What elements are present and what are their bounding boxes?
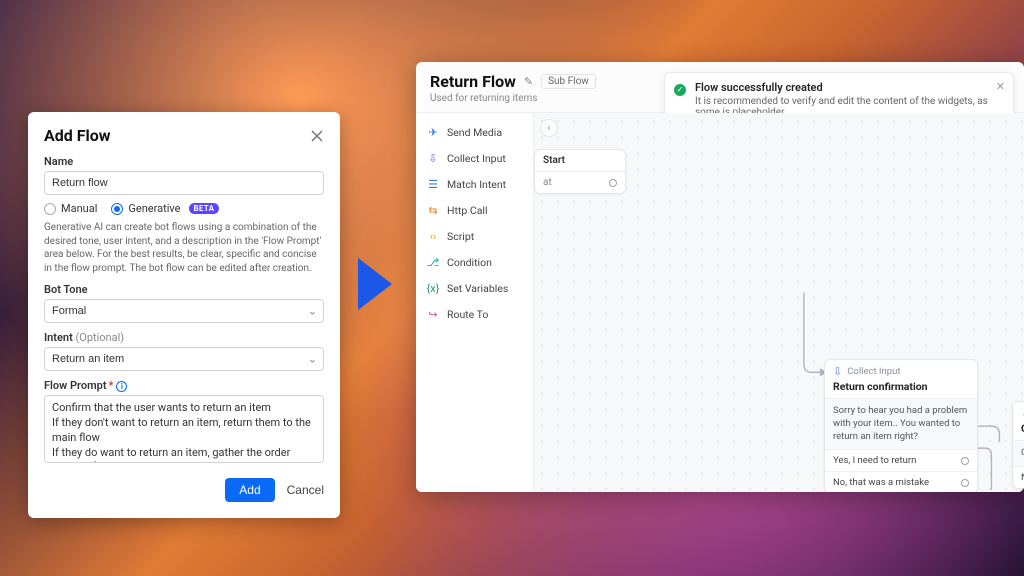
flow-prompt-textarea[interactable]: Confirm that the user wants to return an…	[44, 395, 324, 463]
flow-prompt-label: Flow Prompt*i	[44, 379, 324, 392]
flow-description: Used for returning items	[430, 93, 596, 104]
node-body: Sorry to hear you had a problem with you…	[825, 399, 977, 450]
node-body: Okay great, what is yo number?	[1013, 441, 1024, 467]
subflow-chip: Sub Flow	[541, 74, 596, 89]
flow-builder-window: Return Flow ✎ Sub Flow Used for returnin…	[416, 62, 1024, 492]
widget-icon: ✈	[426, 125, 440, 139]
output-port[interactable]	[961, 479, 969, 487]
widget-icon: ☰	[426, 177, 440, 191]
pencil-icon[interactable]: ✎	[524, 76, 533, 87]
option-next[interactable]: Next Step	[1013, 467, 1024, 488]
widget-icon: ⎇	[426, 255, 440, 269]
collect-input-icon: ⇩	[833, 365, 842, 378]
sidebar-item-set-variables[interactable]: {x}Set Variables	[416, 275, 533, 301]
close-icon[interactable]: ✕	[996, 81, 1005, 92]
widget-icon: ‹›	[426, 229, 440, 243]
arrow-icon	[358, 258, 392, 310]
modal-title: Add Flow	[44, 126, 111, 145]
option-yes[interactable]: Yes, I need to return	[825, 450, 977, 472]
add-button[interactable]: Add	[225, 478, 274, 502]
mode-generative[interactable]: GenerativeBETA	[111, 202, 219, 215]
sidebar-item-match-intent[interactable]: ☰Match Intent	[416, 171, 533, 197]
toast-title: Flow successfully created	[695, 81, 989, 94]
name-input[interactable]	[44, 171, 324, 195]
widget-icon: ↪	[426, 307, 440, 321]
return-confirmation-node[interactable]: ⇩Collect Input Return confirmation Sorry…	[824, 359, 978, 492]
sidebar-item-http-call[interactable]: ⇆Http Call	[416, 197, 533, 223]
output-port[interactable]	[609, 179, 617, 187]
mode-manual[interactable]: Manual	[44, 202, 97, 215]
bot-tone-select[interactable]	[44, 299, 324, 323]
sidebar-item-condition[interactable]: ⎇Condition	[416, 249, 533, 275]
sidebar-item-send-media[interactable]: ✈Send Media	[416, 119, 533, 145]
bot-tone-label: Bot Tone	[44, 283, 324, 296]
generative-help-text: Generative AI can create bot flows using…	[44, 221, 324, 275]
sidebar-item-collect-input[interactable]: ⇩Collect Input	[416, 145, 533, 171]
name-label: Name	[44, 155, 324, 168]
sidebar-item-script[interactable]: ‹›Script	[416, 223, 533, 249]
cancel-button[interactable]: Cancel	[287, 483, 324, 497]
add-flow-modal: Add Flow Name Manual GenerativeBETA Gene…	[28, 112, 340, 518]
back-chevron-icon[interactable]: ‹	[540, 119, 558, 137]
flow-canvas[interactable]: ‹ Start at ⇩Collect Input Return confirm…	[534, 113, 1024, 492]
widget-sidebar: ✈Send Media⇩Collect Input☰Match Intent⇆H…	[416, 113, 534, 492]
widget-icon: ⇆	[426, 203, 440, 217]
output-port[interactable]	[961, 457, 969, 465]
widget-icon: {x}	[426, 281, 440, 295]
widget-icon: ⇩	[426, 151, 440, 165]
node-title: Return confirmation	[825, 380, 977, 399]
info-icon[interactable]: i	[116, 381, 127, 392]
sidebar-item-route-to[interactable]: ↪Route To	[416, 301, 533, 327]
start-node-title: Start	[535, 150, 625, 172]
order-number-node[interactable]: ⇩Collect Input Order number ch Okay grea…	[1012, 401, 1024, 489]
beta-badge: BETA	[189, 203, 220, 214]
start-node[interactable]: Start at	[534, 149, 626, 194]
intent-label: Intent (Optional)	[44, 331, 324, 344]
intent-select[interactable]	[44, 347, 324, 371]
mode-radio-group: Manual GenerativeBETA	[44, 202, 324, 215]
flow-title: Return Flow	[430, 72, 516, 91]
close-icon[interactable]	[310, 129, 324, 143]
check-icon: ✓	[674, 84, 686, 96]
node-title: Order number ch	[1013, 422, 1024, 441]
option-no[interactable]: No, that was a mistake	[825, 472, 977, 492]
